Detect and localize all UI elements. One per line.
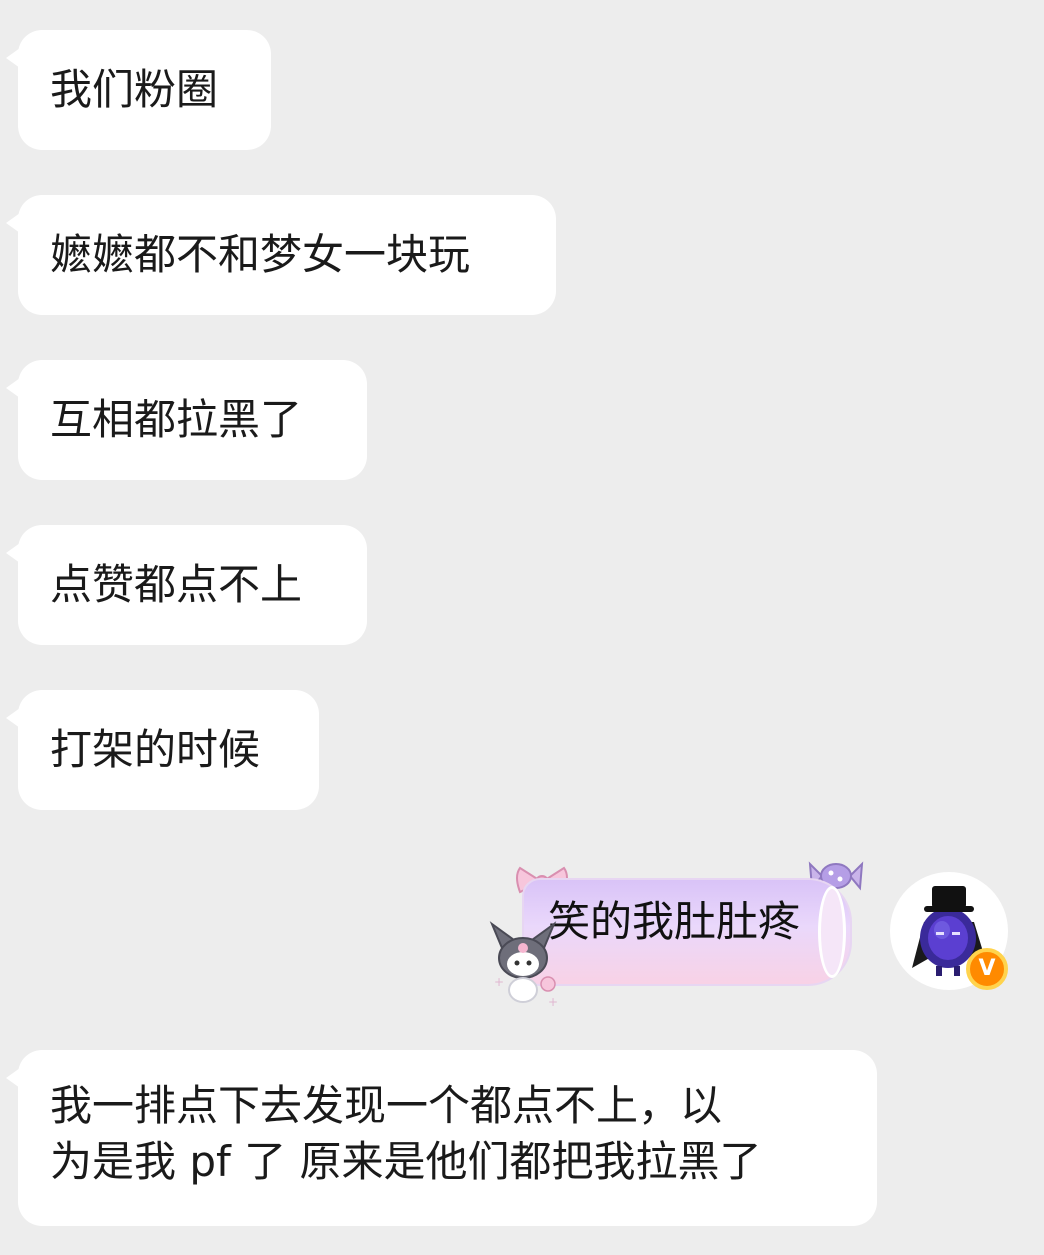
chat-message[interactable]: 我们粉圈 [6,30,271,150]
message-text: 互相都拉黑了 [50,395,303,444]
chat-message[interactable]: 点赞都点不上 [6,525,367,645]
chat-message[interactable]: 打架的时候 [6,690,319,810]
chat-message[interactable]: 嬷嬷都不和梦女一块玩 [6,195,556,315]
svg-text:+: + [494,975,504,989]
kuromi-character-icon: + + [489,921,558,1008]
message-text: 打架的时候 [50,725,261,774]
svg-text:+: + [548,995,558,1008]
chat-message[interactable]: 互相都拉黑了 [6,360,367,480]
message-text: 点赞都点不上 [50,560,303,609]
sticker-text: 笑的我肚肚疼 [548,897,801,946]
chat-message[interactable]: 我一排点下去发现一个都点不上，以 为是我 pf 了 原来是他们都把我拉黑了 [6,1050,877,1226]
sticker-message[interactable]: 笑的我肚肚疼 + + [488,858,868,1008]
message-text: 嬷嬷都不和梦女一块玩 [50,230,471,279]
message-text: 我们粉圈 [50,65,219,114]
sticker-tube-end [818,886,846,978]
verified-badge-icon: V [966,948,1008,990]
message-text-line: 我一排点下去发现一个都点不上，以 [50,1081,723,1130]
message-text-line: 为是我 pf 了 原来是他们都把我拉黑了 [50,1137,762,1186]
